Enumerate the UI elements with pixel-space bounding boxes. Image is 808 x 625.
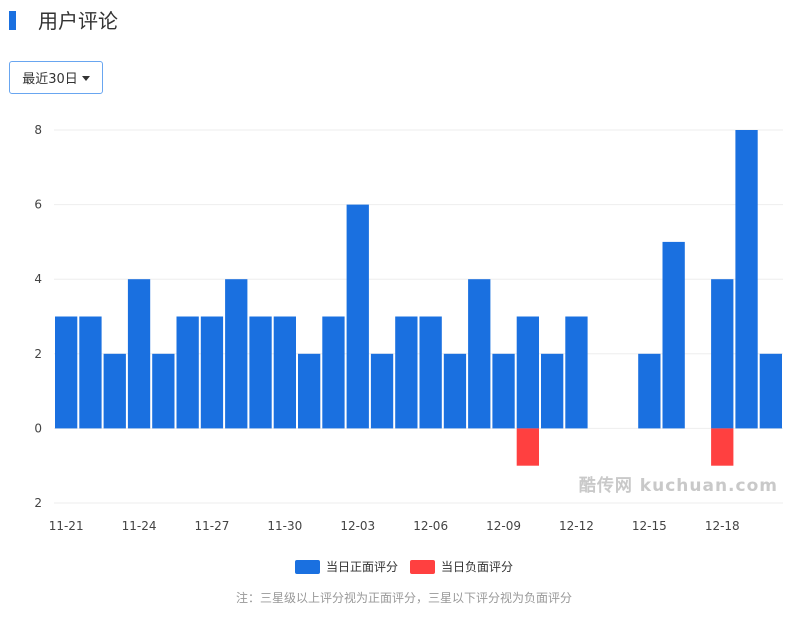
x-tick-label: 11-24 [122, 519, 157, 533]
chart-legend: 当日正面评分 当日负面评分 [0, 558, 808, 575]
y-tick-label: 0 [34, 421, 42, 435]
negative-bar [711, 428, 734, 466]
positive-bar [249, 316, 272, 429]
legend-swatch-positive [294, 559, 320, 574]
positive-bar [127, 279, 151, 429]
x-tick-label: 12-06 [413, 519, 448, 533]
positive-bar [468, 279, 491, 429]
positive-bar [662, 241, 685, 429]
y-tick-label: 8 [34, 123, 42, 137]
legend-swatch-negative [410, 559, 435, 574]
x-tick-label: 11-21 [49, 519, 84, 533]
bars [55, 130, 782, 466]
positive-bar [370, 353, 394, 429]
x-axis-labels: 11-21 11-24 11-27 11-30 12-03 12-06 12-09 12-12… [49, 519, 740, 533]
date-range-label: 最近30日 [22, 72, 78, 87]
positive-bar [516, 316, 539, 429]
page-header: 用户评论 [0, 0, 808, 46]
x-tick-label: 12-09 [486, 519, 521, 533]
x-tick-label: 11-30 [267, 519, 302, 533]
y-axis-labels: 8 6 4 2 0 2 [34, 123, 42, 510]
positive-bar [759, 353, 782, 429]
x-tick-label: 12-03 [340, 519, 375, 533]
positive-bar [443, 353, 467, 429]
positive-bar [176, 316, 199, 429]
positive-bar [152, 353, 175, 429]
title-accent-bar [9, 11, 16, 30]
date-range-dropdown[interactable]: 最近30日 [9, 61, 103, 94]
positive-bar [103, 353, 126, 429]
positive-bar [79, 316, 102, 429]
x-tick-label: 11-27 [195, 519, 230, 533]
y-tick-label: 2 [34, 496, 42, 510]
positive-bar [419, 316, 442, 429]
legend-item-positive[interactable]: 当日正面评分 [294, 558, 398, 575]
review-bar-chart: 8 6 4 2 0 2 11-21 11-24 11-27 11-30 12-03 12-06 12-… [34, 123, 783, 533]
caret-down-icon [81, 76, 90, 81]
negative-bar [516, 428, 539, 466]
positive-bar [200, 316, 224, 429]
positive-bar [298, 353, 321, 429]
legend-item-negative[interactable]: 当日负面评分 [410, 558, 513, 575]
positive-bar [273, 316, 296, 429]
y-tick-label: 2 [34, 347, 42, 361]
positive-bar [346, 204, 369, 429]
y-tick-label: 4 [34, 272, 42, 286]
chart-footnote: 注：三星级以上评分视为正面评分，三星以下评分视为负面评分 [235, 591, 572, 605]
positive-bar [322, 316, 345, 429]
watermark: 酷传网 kuchuan.com [579, 475, 778, 496]
positive-bar [711, 279, 734, 429]
x-tick-label: 12-15 [632, 519, 667, 533]
positive-bar [55, 316, 78, 429]
positive-bar [565, 316, 588, 429]
x-tick-label: 12-18 [705, 519, 740, 533]
positive-bar [225, 279, 248, 429]
positive-bar [735, 130, 758, 429]
positive-bar [492, 353, 515, 429]
x-tick-label: 12-12 [559, 519, 594, 533]
y-tick-label: 6 [34, 198, 42, 212]
positive-bar [541, 353, 564, 429]
positive-bar [638, 353, 661, 429]
legend-label-positive: 当日正面评分 [325, 560, 398, 574]
legend-label-negative: 当日负面评分 [441, 560, 514, 574]
positive-bar [395, 316, 418, 429]
page-title: 用户评论 [38, 9, 118, 33]
